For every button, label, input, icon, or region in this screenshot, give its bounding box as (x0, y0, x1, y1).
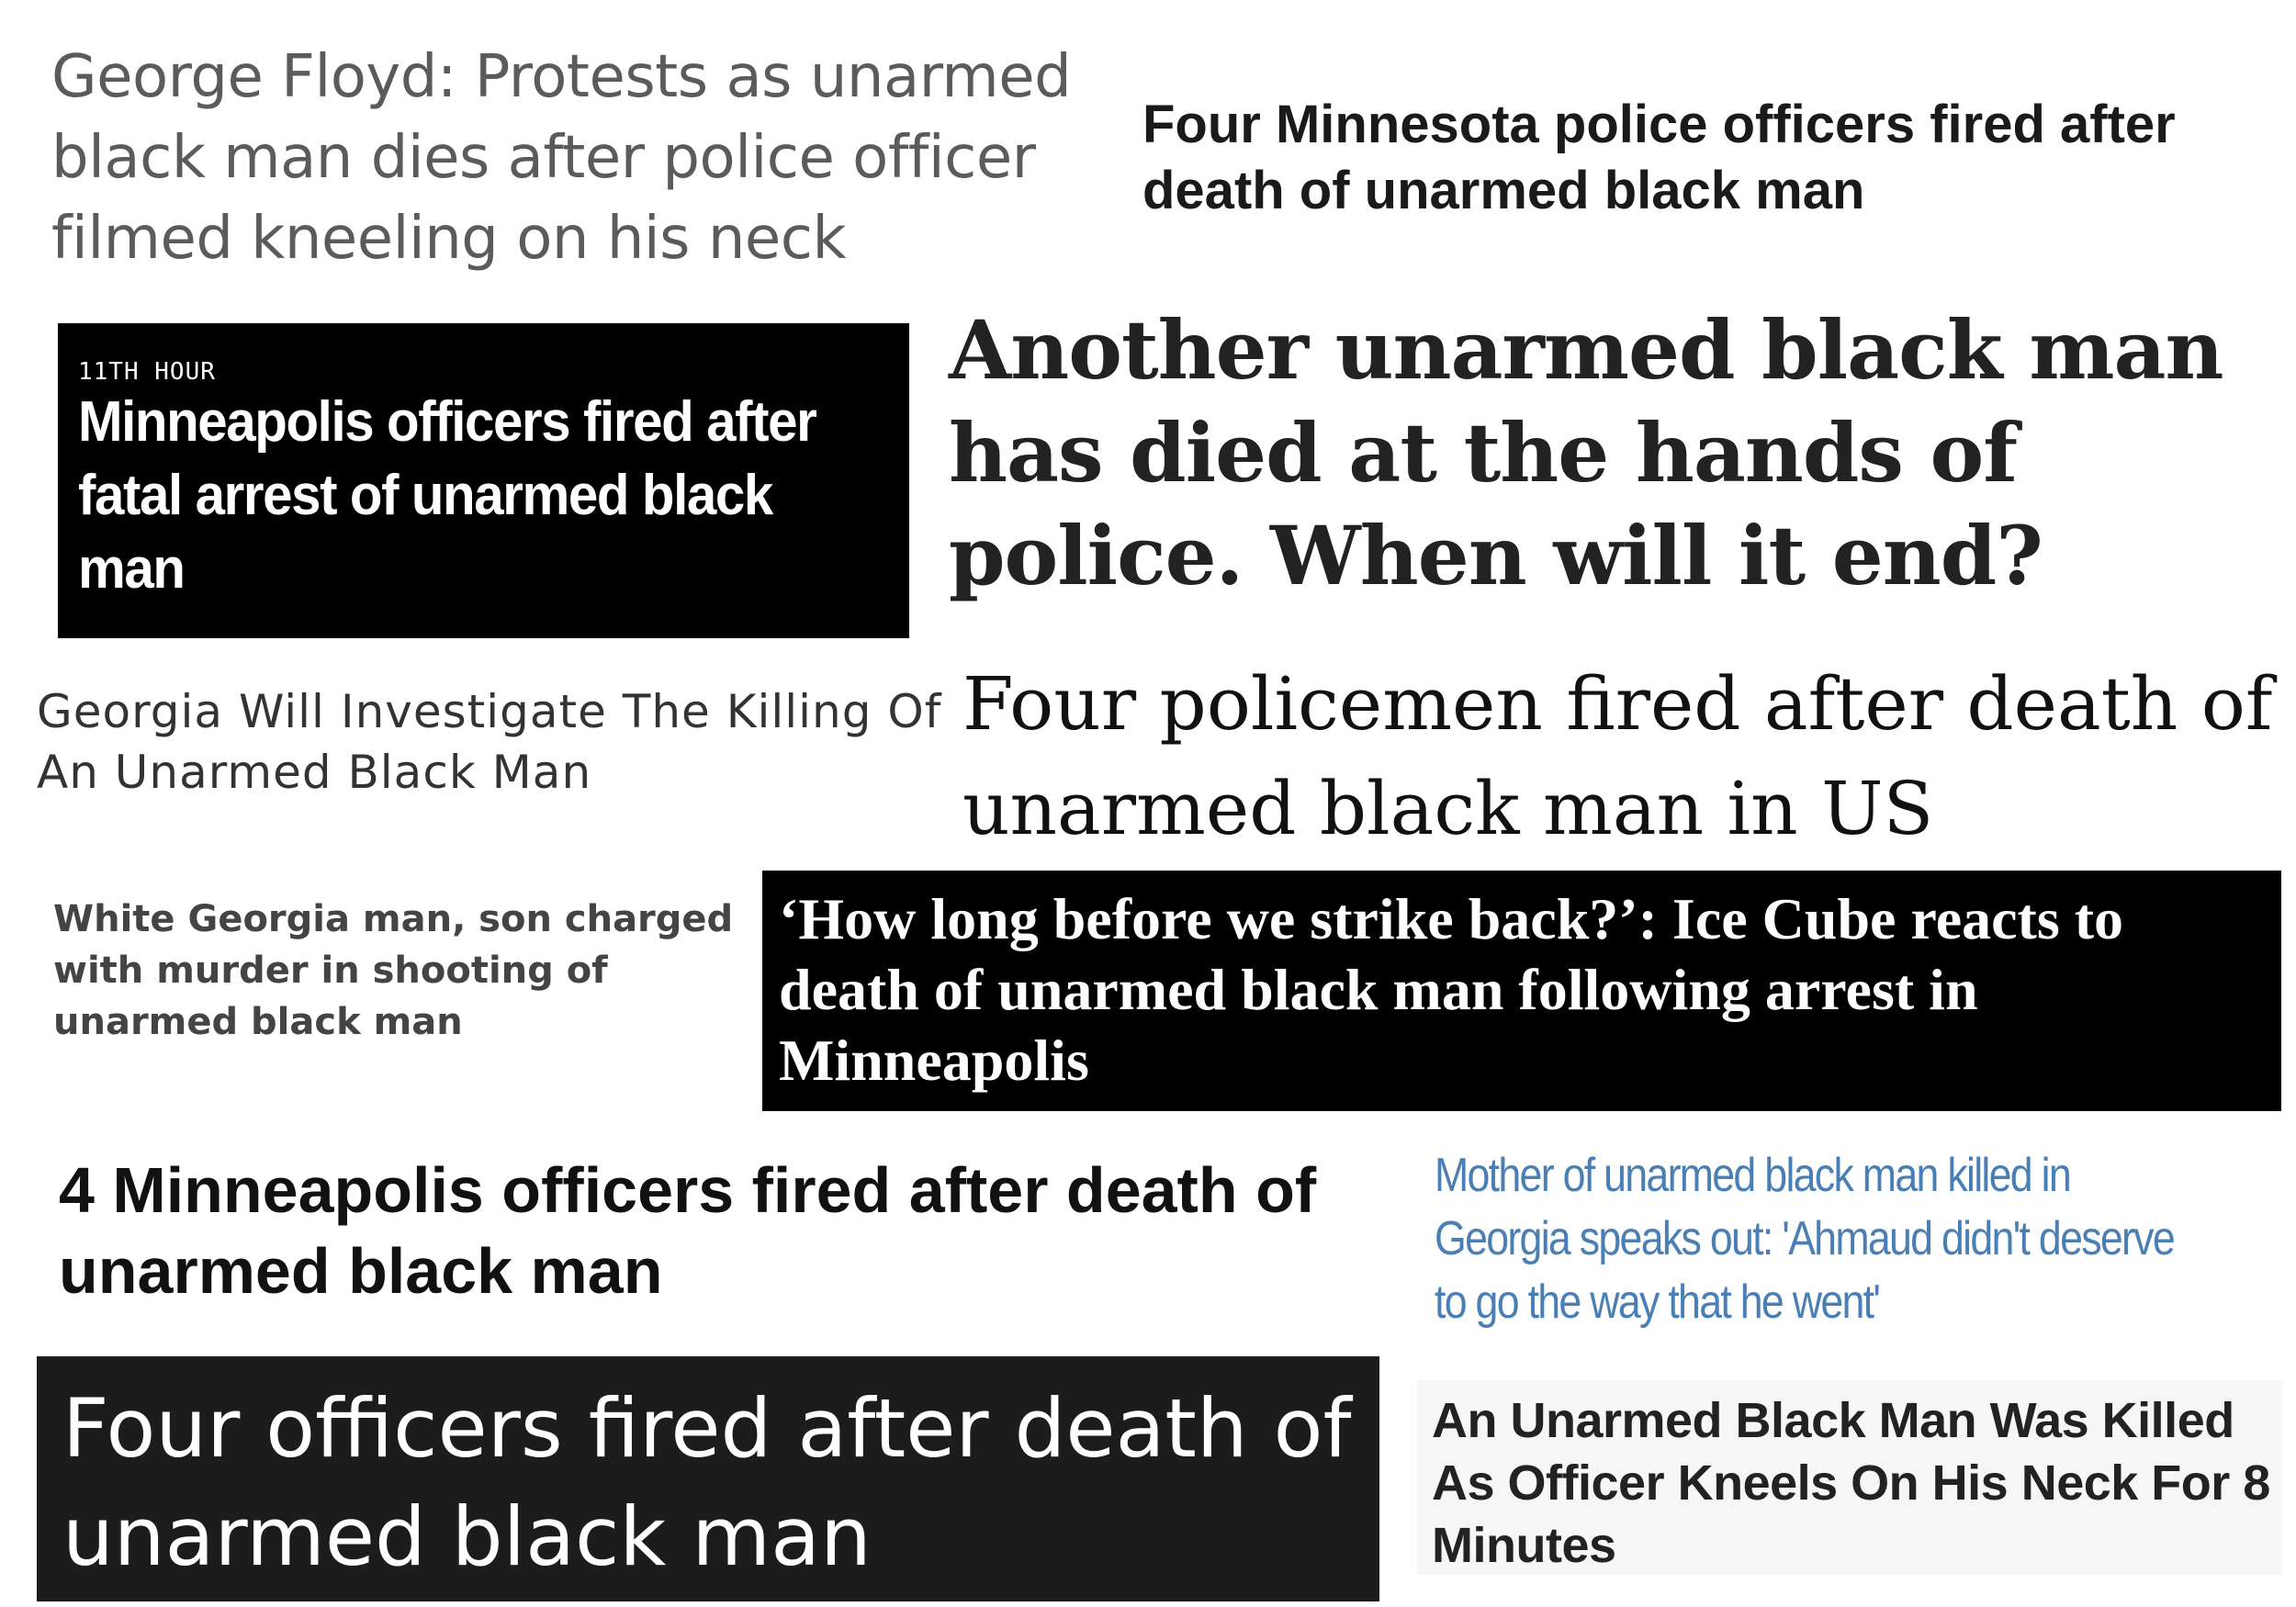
headline-text: George Floyd: Protests as unarmed black … (51, 43, 1072, 273)
headline-text: Another unarmed black man has died at th… (949, 302, 2223, 603)
headline-text: Minneapolis officers fired after fatal a… (78, 390, 817, 601)
headline-text: 4 Minneapolis officers fired after death… (59, 1154, 1317, 1307)
headline-four-policemen-fired: Four policemen fired after death of unar… (962, 652, 2276, 861)
headline-text: Four officers fired after death of unarm… (62, 1381, 1352, 1584)
headline-text: Four policemen fired after death of unar… (962, 661, 2273, 851)
headline-collage: George Floyd: Protests as unarmed black … (0, 0, 2296, 1607)
headline-mother-speaks-out: Mother of unarmed black man killed in Ge… (1435, 1144, 2209, 1334)
headline-text: Georgia Will Investigate The Killing Of … (37, 685, 942, 799)
headline-four-officers-fired: Four officers fired after death of unarm… (37, 1356, 1379, 1601)
headline-text: Mother of unarmed black man killed in Ge… (1435, 1149, 2176, 1329)
headline-kicker: 11TH HOUR (78, 358, 216, 386)
headline-another-unarmed-black-man: Another unarmed black man has died at th… (949, 298, 2280, 607)
headline-white-georgia-man-charged: White Georgia man, son charged with murd… (53, 893, 751, 1048)
headline-text: White Georgia man, son charged with murd… (53, 898, 734, 1043)
headline-ice-cube-reacts: ‘How long before we strike back?’: Ice C… (762, 871, 2281, 1111)
headline-georgia-will-investigate: Georgia Will Investigate The Killing Of … (37, 681, 946, 803)
headline-text: ‘How long before we strike back?’: Ice C… (779, 886, 2124, 1093)
headline-text: Four Minnesota police officers fired aft… (1142, 95, 2176, 220)
headline-minneapolis-officers-fired: 11TH HOUR Minneapolis officers fired aft… (58, 323, 909, 638)
headline-officer-kneels-on-neck: An Unarmed Black Man Was Killed As Offic… (1417, 1380, 2282, 1575)
headline-text: An Unarmed Black Man Was Killed As Offic… (1432, 1393, 2270, 1573)
headline-george-floyd-protests: George Floyd: Protests as unarmed black … (51, 37, 1117, 279)
headline-four-minnesota-officers: Four Minnesota police officers fired aft… (1142, 92, 2281, 224)
headline-4-minneapolis-officers: 4 Minneapolis officers fired after death… (59, 1150, 1390, 1311)
